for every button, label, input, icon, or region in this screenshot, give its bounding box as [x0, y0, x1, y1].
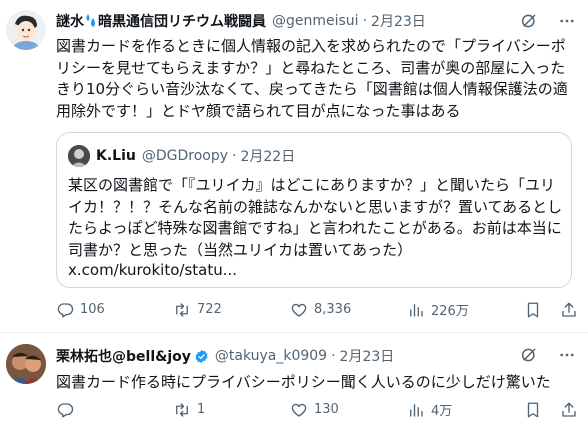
separator-dot: ·: [362, 13, 368, 29]
tweet-header: 栗林拓也@bell&joy @takuya_k0909 · 2月23日: [56, 345, 394, 367]
quote-avatar-icon: [68, 145, 90, 167]
tweet-header: 謎水 暗黒通信団リチウム戦闘員 @genmeisui · 2月23日: [56, 10, 426, 32]
quoted-tweet[interactable]: K.Liu @DGDroopy · 2月22日 某区の図書館で「『ユリイカ』はど…: [56, 132, 572, 288]
tweet[interactable]: 謎水 暗黒通信団リチウム戦闘員 @genmeisui · 2月23日 図書カードを…: [0, 0, 588, 333]
tweet-actions: 106 722 8,336 226万: [56, 300, 578, 319]
reply-icon: [57, 302, 74, 317]
bookmark-icon[interactable]: [524, 401, 542, 419]
water-drops-icon: [86, 14, 95, 27]
quote-avatar: [68, 145, 90, 167]
author-name-part: 暗黒通信団リチウム戦闘員: [98, 14, 266, 30]
reply-button[interactable]: 106: [56, 301, 126, 319]
quote-date: 2月22日: [240, 149, 296, 165]
reply-icon: [57, 402, 74, 417]
separator-dot: ·: [331, 348, 336, 364]
views-count: 4万: [431, 404, 453, 419]
like-count: 8,336: [314, 302, 352, 317]
author-handle[interactable]: @takuya_k0909: [215, 348, 327, 364]
author-name-part: 謎水: [56, 14, 84, 30]
like-button[interactable]: 8,336: [290, 301, 360, 319]
separator-dot: ·: [232, 148, 237, 164]
like-icon: [291, 303, 307, 317]
grok-icon[interactable]: [520, 12, 538, 30]
retweet-button[interactable]: 722: [173, 301, 243, 319]
reply-count: 106: [80, 302, 105, 317]
tweet-end-actions: [524, 301, 578, 319]
more-icon[interactable]: [558, 12, 576, 30]
views-icon: [410, 403, 423, 417]
more-icon[interactable]: [558, 346, 576, 364]
share-icon[interactable]: [560, 301, 578, 319]
retweet-count: 722: [197, 302, 222, 317]
retweet-button[interactable]: 1: [173, 401, 243, 419]
tweet[interactable]: 栗林拓也@bell&joy @takuya_k0909 · 2月23日 図書カー…: [0, 334, 588, 441]
avatar[interactable]: [6, 10, 46, 50]
quote-link[interactable]: x.com/kurokito/statu...: [68, 261, 237, 279]
views-count: 226万: [431, 304, 469, 319]
share-icon[interactable]: [560, 401, 578, 419]
retweet-count: 1: [197, 402, 206, 417]
reply-button[interactable]: [56, 401, 126, 419]
quote-text: 某区の図書館で「『ユリイカ』はどこにありますか？」と聞いたら「ユリイカ！？！？そ…: [68, 176, 563, 259]
views-button[interactable]: 4万: [407, 400, 477, 419]
like-icon: [291, 403, 307, 417]
tweet-end-actions: [524, 401, 578, 419]
avatar[interactable]: [6, 344, 46, 384]
retweet-icon: [176, 402, 188, 417]
avatar-photo-icon: [6, 344, 46, 384]
author-name[interactable]: 栗林拓也@bell&joy: [56, 346, 191, 366]
quote-header: K.Liu @DGDroopy · 2月22日: [68, 145, 295, 167]
quote-author-handle: @DGDroopy: [141, 148, 229, 164]
tweet-tools: [520, 346, 576, 364]
avatar-illustration-icon: [6, 10, 46, 50]
retweet-icon: [176, 302, 188, 317]
quote-author-name: K.Liu: [96, 148, 136, 164]
tweet-tools: [520, 12, 576, 30]
author-handle[interactable]: @genmeisui: [272, 13, 359, 29]
grok-icon[interactable]: [520, 346, 538, 364]
verified-badge-icon: [195, 349, 208, 363]
like-count: 130: [314, 402, 339, 417]
author-name[interactable]: 謎水 暗黒通信団リチウム戦闘員: [56, 11, 266, 31]
tweet-date[interactable]: 2月23日: [371, 11, 426, 31]
tweet-actions: 1 130 4万: [56, 400, 578, 419]
tweet-text: 図書カードを作るときに個人情報の記入を求められたので「プライバシーポリシーを見せ…: [56, 37, 568, 120]
tweet-text: 図書カード作る時にプライバシーポリシー聞く人いるのに少しだけ驚いた: [56, 373, 551, 391]
views-button[interactable]: 226万: [407, 300, 477, 319]
like-button[interactable]: 130: [290, 401, 360, 419]
tweet-date[interactable]: 2月23日: [340, 346, 395, 366]
bookmark-icon[interactable]: [524, 301, 542, 319]
views-icon: [410, 303, 423, 317]
